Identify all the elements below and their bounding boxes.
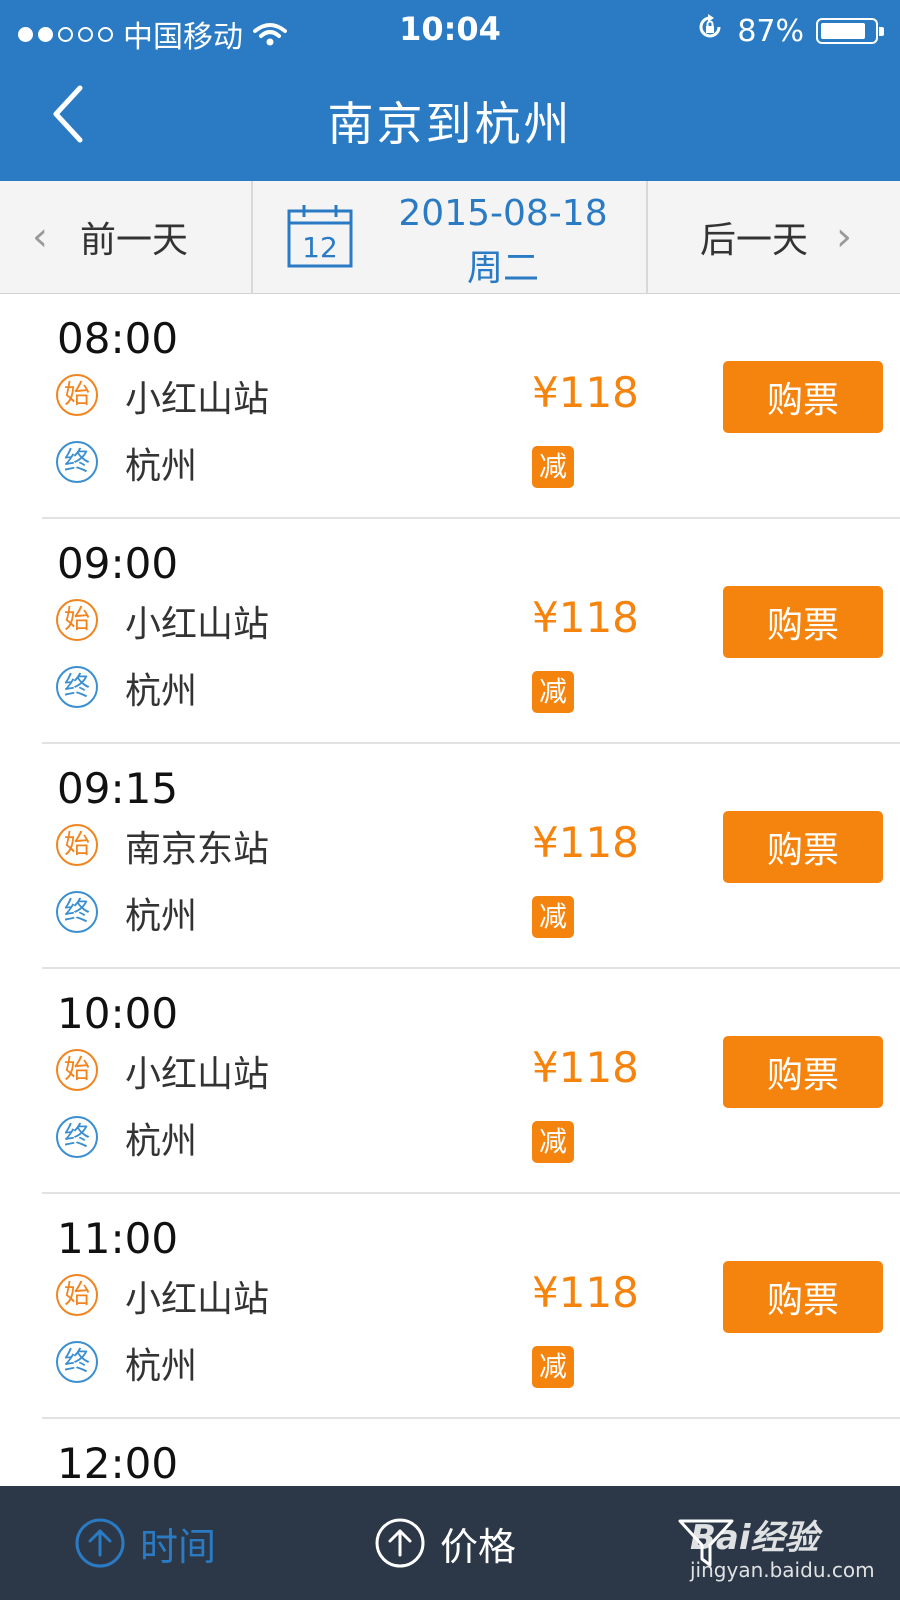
- battery-fill: [821, 23, 866, 39]
- prev-day-button[interactable]: ‹ 前一天: [0, 181, 253, 293]
- date-picker[interactable]: 12 2015-08-18 周二: [253, 181, 648, 293]
- trip-row[interactable]: 11:00 始 小红山站 终 杭州 ¥118 减 购票: [0, 1194, 900, 1419]
- discount-badge: 减: [532, 446, 574, 488]
- departure-time: 11:00: [57, 1214, 179, 1263]
- arrow-up-circle-icon: [75, 1518, 125, 1568]
- trip-row[interactable]: 10:00 始 小红山站 终 杭州 ¥118 减 购票: [0, 969, 900, 1194]
- chevron-left-icon: ‹: [32, 214, 48, 260]
- filter-icon: [678, 1519, 734, 1567]
- departure-time: 10:00: [57, 989, 179, 1038]
- start-badge: 始: [56, 1274, 98, 1316]
- next-day-label: 后一天: [700, 220, 809, 261]
- start-badge: 始: [56, 599, 98, 641]
- next-day-button[interactable]: 后一天 ›: [648, 181, 900, 293]
- buy-ticket-button[interactable]: 购票: [723, 586, 883, 658]
- departure-station: 小红山站: [125, 379, 270, 420]
- end-badge: 终: [56, 441, 98, 483]
- current-weekday: 周二: [466, 248, 539, 289]
- sort-by-price-label: 价格: [440, 1524, 517, 1569]
- trip-row[interactable]: 09:15 始 南京东站 终 杭州 ¥118 减 购票: [0, 744, 900, 969]
- end-badge: 终: [56, 1341, 98, 1383]
- arrival-station: 杭州: [125, 1346, 198, 1387]
- ticket-price: ¥118: [532, 593, 639, 642]
- departure-station: 小红山站: [125, 1279, 270, 1320]
- status-bar: 中国移动 10:04 87%: [0, 0, 900, 60]
- start-badge: 始: [56, 1049, 98, 1091]
- departure-time: 12:00: [57, 1439, 179, 1488]
- trip-row[interactable]: 08:00 始 小红山站 终 杭州 ¥118 减 购票: [0, 294, 900, 519]
- departure-station: 小红山站: [125, 604, 270, 645]
- end-badge: 终: [56, 891, 98, 933]
- departure-time: 08:00: [57, 314, 179, 363]
- arrow-up-circle-icon: [375, 1518, 425, 1568]
- departure-station: 南京东站: [125, 829, 270, 870]
- end-badge: 终: [56, 666, 98, 708]
- bottom-sort-bar: 时间 价格: [0, 1486, 900, 1600]
- battery-icon: [816, 18, 884, 44]
- chevron-right-icon: ›: [836, 214, 853, 260]
- arrival-station: 杭州: [125, 896, 198, 937]
- departure-time: 09:00: [57, 539, 179, 588]
- arrival-station: 杭州: [125, 1121, 198, 1162]
- arrival-station: 杭州: [125, 446, 198, 487]
- rotation-lock-icon: [695, 12, 725, 50]
- current-date: 2015-08-18: [398, 193, 608, 234]
- battery-percent: 87%: [737, 13, 804, 49]
- calendar-icon: 12: [287, 205, 353, 268]
- page-title: 南京到杭州: [327, 97, 573, 151]
- ticket-price: ¥118: [532, 818, 639, 867]
- discount-badge: 减: [532, 1346, 574, 1388]
- sort-by-time-button[interactable]: 时间: [74, 1486, 216, 1600]
- buy-ticket-button[interactable]: 购票: [723, 361, 883, 433]
- end-badge: 终: [56, 1116, 98, 1158]
- trip-row[interactable]: 09:00 始 小红山站 终 杭州 ¥118 减 购票: [0, 519, 900, 744]
- sort-by-time-label: 时间: [140, 1524, 217, 1569]
- date-bar: ‹ 前一天 12 2015-08-18 周二 后一天 ›: [0, 181, 900, 294]
- departure-station: 小红山站: [125, 1054, 270, 1095]
- ticket-price: ¥118: [532, 368, 639, 417]
- calendar-day: 12: [302, 231, 338, 264]
- filter-button[interactable]: [676, 1486, 746, 1600]
- ticket-price: ¥118: [532, 1268, 639, 1317]
- header: 中国移动 10:04 87% 南京到杭州: [0, 0, 900, 181]
- start-badge: 始: [56, 374, 98, 416]
- buy-ticket-button[interactable]: 购票: [723, 1261, 883, 1333]
- prev-day-label: 前一天: [80, 220, 189, 261]
- start-badge: 始: [56, 824, 98, 866]
- trip-list[interactable]: 08:00 始 小红山站 终 杭州 ¥118 减 购票 09:00 始 小红山站…: [0, 294, 900, 1509]
- ticket-price: ¥118: [532, 1043, 639, 1092]
- buy-ticket-button[interactable]: 购票: [723, 1036, 883, 1108]
- buy-ticket-button[interactable]: 购票: [723, 811, 883, 883]
- discount-badge: 减: [532, 671, 574, 713]
- arrival-station: 杭州: [125, 671, 198, 712]
- departure-time: 09:15: [57, 764, 179, 813]
- sort-by-price-button[interactable]: 价格: [374, 1486, 516, 1600]
- discount-badge: 减: [532, 896, 574, 938]
- discount-badge: 减: [532, 1121, 574, 1163]
